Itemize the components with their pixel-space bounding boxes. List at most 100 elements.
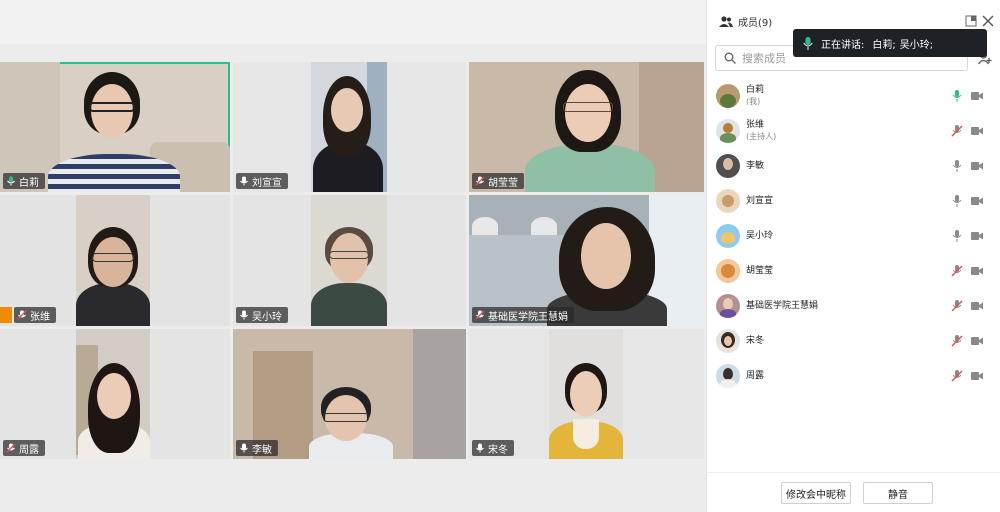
- camera-icon[interactable]: [971, 336, 983, 346]
- participant-name: 胡莹莹: [488, 177, 518, 189]
- member-row[interactable]: 李敏: [707, 148, 1000, 183]
- microphone-muted-icon: [17, 310, 27, 320]
- member-name: 张维: [746, 120, 765, 130]
- host-badge: [0, 307, 12, 323]
- speaking-indicator: 正在讲话: 白莉; 吴小玲;: [793, 29, 987, 57]
- avatar: [716, 258, 740, 283]
- member-row[interactable]: 吴小玲: [707, 218, 1000, 253]
- mute-button[interactable]: 静音: [863, 482, 933, 504]
- microphone-muted-icon[interactable]: [951, 334, 963, 347]
- member-role: (主持人): [746, 132, 777, 141]
- member-name: 刘宣宣: [746, 195, 774, 206]
- camera-icon[interactable]: [971, 231, 983, 241]
- microphone-muted-icon[interactable]: [951, 369, 963, 382]
- members-count-label: 成员(9): [738, 18, 773, 29]
- speaking-name: 吴小玲;: [899, 39, 934, 51]
- participant-name-tag: 基础医学院王慧娟: [472, 307, 574, 323]
- member-row[interactable]: 张维 (主持人): [707, 113, 1000, 148]
- microphone-icon[interactable]: [951, 159, 963, 172]
- close-icon[interactable]: [981, 14, 995, 28]
- members-icon: [719, 16, 733, 27]
- camera-icon[interactable]: [971, 161, 983, 171]
- search-icon: [724, 52, 736, 64]
- avatar: [716, 328, 740, 353]
- speaking-label: 正在讲话:: [821, 39, 865, 51]
- participant-video: [311, 195, 387, 326]
- video-tile-song-dong[interactable]: 宋冬: [469, 329, 704, 459]
- speaking-name: 白莉;: [872, 39, 896, 51]
- participant-name: 宋冬: [488, 444, 508, 456]
- member-row[interactable]: 宋冬: [707, 323, 1000, 358]
- participant-name: 基础医学院王慧娟: [488, 311, 568, 323]
- microphone-muted-icon[interactable]: [951, 264, 963, 277]
- camera-icon[interactable]: [971, 126, 983, 136]
- popout-icon[interactable]: [965, 15, 977, 27]
- microphone-muted-icon: [475, 310, 485, 320]
- microphone-muted-icon[interactable]: [951, 299, 963, 312]
- member-row[interactable]: 基础医学院王慧娟: [707, 288, 1000, 323]
- member-name: 周露: [746, 370, 765, 381]
- member-row[interactable]: 刘宣宣: [707, 183, 1000, 218]
- camera-icon[interactable]: [971, 91, 983, 101]
- microphone-icon: [476, 443, 484, 453]
- member-row[interactable]: 周露: [707, 358, 1000, 393]
- avatar: [716, 118, 740, 143]
- avatar: [716, 293, 740, 318]
- speaking-mic-icon: [803, 36, 813, 50]
- microphone-icon: [240, 310, 248, 320]
- microphone-speaking-icon: [7, 176, 15, 186]
- camera-icon[interactable]: [971, 301, 983, 311]
- rename-button[interactable]: 修改会中昵称: [781, 482, 851, 504]
- member-list: 白莉 (我) 张维 (主持人) 李敏 刘宣宣 吴小玲 胡莹莹 基础医学院王慧娟 …: [707, 78, 1000, 393]
- member-name: 白莉: [746, 85, 765, 95]
- participant-name: 白莉: [19, 177, 39, 189]
- camera-icon[interactable]: [971, 196, 983, 206]
- microphone-muted-icon: [6, 443, 16, 453]
- camera-icon[interactable]: [971, 266, 983, 276]
- avatar: [716, 363, 740, 388]
- participant-name-tag: 宋冬: [472, 440, 514, 456]
- video-tile-liu-xuanxuan[interactable]: 刘宣宣: [233, 62, 466, 192]
- microphone-icon: [240, 176, 248, 186]
- camera-icon[interactable]: [971, 371, 983, 381]
- member-name: 胡莹莹: [746, 265, 774, 276]
- avatar: [716, 83, 740, 108]
- participant-name-tag: 白莉: [3, 173, 45, 189]
- member-row[interactable]: 胡莹莹: [707, 253, 1000, 288]
- video-tile-zhang-wei[interactable]: 张维: [0, 195, 230, 326]
- microphone-icon[interactable]: [951, 194, 963, 207]
- microphone-icon: [240, 443, 248, 453]
- participant-name-tag: 张维: [14, 307, 56, 323]
- microphone-icon[interactable]: [951, 229, 963, 242]
- participant-video: [311, 62, 387, 192]
- member-name: 吴小玲: [746, 230, 774, 241]
- members-panel-footer: 修改会中昵称 静音: [707, 472, 1000, 512]
- meeting-window: 白莉 刘宣宣 胡莹莹 张维 吴小玲 基础医学院王慧娟 周露 李敏 宋冬 成员(9…: [0, 0, 1000, 512]
- participant-name: 李敏: [252, 444, 272, 456]
- participant-name-tag: 周露: [3, 440, 45, 456]
- speaking-names: 白莉; 吴小玲;: [872, 36, 933, 51]
- video-tile-wang-huijuan[interactable]: 基础医学院王慧娟: [469, 195, 704, 326]
- participant-name: 周露: [19, 444, 39, 456]
- member-role: (我): [746, 97, 761, 106]
- participant-name: 刘宣宣: [252, 177, 282, 189]
- avatar: [716, 223, 740, 248]
- participant-video: [76, 329, 150, 459]
- participant-video: [76, 195, 150, 326]
- video-tile-hu-yingying[interactable]: 胡莹莹: [469, 62, 704, 192]
- video-tile-li-min[interactable]: 李敏: [233, 329, 466, 459]
- microphone-muted-icon: [475, 176, 485, 186]
- video-tile-zhou-lu[interactable]: 周露: [0, 329, 230, 459]
- microphone-active-icon[interactable]: [951, 89, 963, 102]
- member-row[interactable]: 白莉 (我): [707, 78, 1000, 113]
- participant-name: 张维: [30, 311, 50, 323]
- avatar: [716, 188, 740, 213]
- video-tile-wu-xiaoling[interactable]: 吴小玲: [233, 195, 466, 326]
- member-name: 基础医学院王慧娟: [746, 300, 819, 311]
- video-grid: 白莉 刘宣宣 胡莹莹 张维 吴小玲 基础医学院王慧娟 周露 李敏 宋冬: [0, 0, 706, 512]
- participant-video: [549, 329, 623, 459]
- participant-name-tag: 吴小玲: [236, 307, 288, 323]
- video-tile-bai-li[interactable]: 白莉: [0, 62, 230, 192]
- members-panel: 成员(9) 正在讲话: 白莉; 吴小玲; 白莉 (我): [706, 0, 1000, 512]
- microphone-muted-icon[interactable]: [951, 124, 963, 137]
